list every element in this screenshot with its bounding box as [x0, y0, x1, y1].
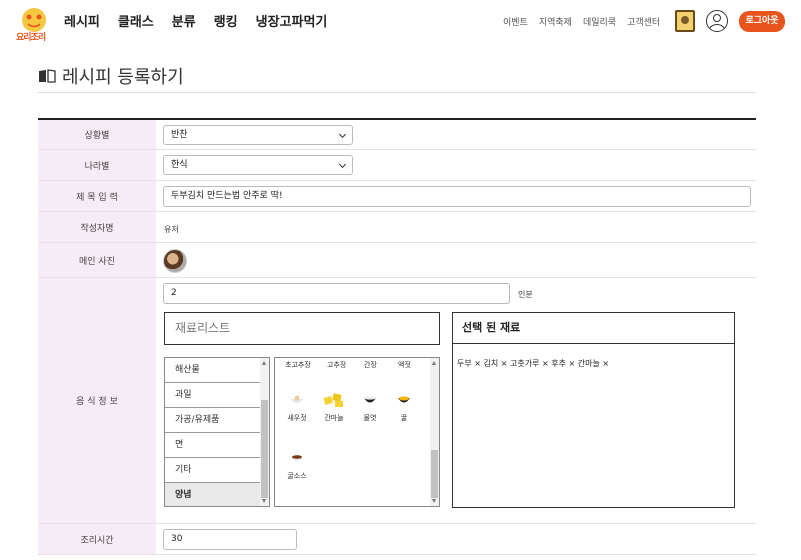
title-input[interactable]: 두부김치 만드는법 안주로 딱! [163, 186, 751, 207]
page-title-block: 레시피 등록하기 [38, 63, 184, 89]
scroll-thumb[interactable] [431, 450, 438, 498]
selected-ingredients-list[interactable]: 두부 × 김치 × 고춧가루 × 후추 × 간마늘 × [453, 344, 734, 383]
situation-select[interactable]: 반찬 [163, 125, 353, 145]
row-photo: 메인 사진 [38, 243, 756, 278]
country-value: 한식 [171, 160, 188, 170]
category-item[interactable]: 기타 [165, 458, 260, 483]
ingredient-label: 굴소스 [287, 472, 307, 480]
nav-festival[interactable]: 지역축제 [539, 15, 572, 28]
category-item[interactable]: 과일 [165, 383, 260, 408]
category-item[interactable]: 해산물 [165, 358, 260, 383]
ingredient-item[interactable]: 물엿 [353, 392, 387, 423]
grid-header: 액젓 [398, 361, 411, 369]
nav-event[interactable]: 이벤트 [503, 15, 528, 28]
country-select[interactable]: 한식 [163, 155, 353, 175]
shrimp-sauce-icon [291, 395, 303, 403]
ingredient-list-title: 재료리스트 [164, 312, 440, 345]
category-item[interactable]: 면 [165, 433, 260, 458]
nav-support[interactable]: 고객센터 [627, 15, 660, 28]
ingredient-grid: 초고추장 고추장 간장 액젓 새우젓 간마늘 물엿 꿀 굴소스 [274, 357, 440, 507]
nav-category[interactable]: 분류 [172, 11, 196, 30]
ingredient-label: 물엿 [363, 414, 377, 422]
title-divider [38, 92, 756, 93]
scroll-down-icon[interactable] [432, 499, 436, 503]
row-cook-time: 조리시간 30 [38, 524, 756, 555]
ingredient-item[interactable]: 꿀 [387, 392, 421, 423]
scroll-down-icon[interactable] [262, 499, 266, 503]
selected-ingredients-title: 선택 된 재료 [453, 313, 734, 344]
photo-label: 메인 사진 [38, 243, 156, 277]
row-title: 제 목 입 력 두부김치 만드는법 안주로 딱! [38, 181, 756, 212]
row-country: 나라별 한식 [38, 150, 756, 181]
main-photo-thumbnail[interactable] [163, 249, 187, 273]
ingredient-label: 새우젓 [287, 414, 307, 422]
writer-label: 작성자명 [38, 212, 156, 242]
main-nav: 레시피 클래스 분류 랭킹 냉장고파먹기 [64, 11, 327, 30]
grid-header: 초고추장 [285, 361, 311, 369]
nav-dailycook[interactable]: 데일리쿡 [583, 15, 616, 28]
ingredient-item[interactable]: 굴소스 [280, 450, 314, 481]
selected-ingredients-panel: 선택 된 재료 두부 × 김치 × 고춧가루 × 후추 × 간마늘 × [452, 312, 735, 508]
servings-input[interactable]: 2 [163, 283, 510, 304]
row-food-info: 음 식 정 보 2 인분 재료리스트 선택 된 재료 두부 × 김치 × 고춧가… [38, 278, 756, 524]
row-situation: 상황별 반찬 [38, 120, 756, 150]
nav-ranking[interactable]: 랭킹 [214, 11, 238, 30]
logo-text[interactable]: 요리조리 [16, 30, 46, 43]
minced-garlic-icon [323, 393, 343, 407]
category-scrollbar[interactable] [260, 358, 269, 506]
ingredient-item[interactable]: 새우젓 [280, 392, 314, 423]
country-label: 나라별 [38, 150, 156, 180]
ingredient-item[interactable]: 간마늘 [317, 392, 351, 423]
oyster-sauce-icon [291, 455, 303, 461]
syrup-bowl-icon [364, 396, 376, 403]
scroll-thumb[interactable] [261, 400, 268, 498]
food-info-label: 음 식 정 보 [38, 278, 156, 523]
scroll-up-icon[interactable] [262, 361, 266, 365]
ingredient-label: 꿀 [400, 414, 408, 422]
logout-button[interactable]: 로그아웃 [739, 11, 785, 32]
servings-unit: 인분 [518, 290, 533, 299]
situation-label: 상황별 [38, 120, 156, 149]
category-list: 해산물 과일 가공/유제품 면 기타 양념 [164, 357, 270, 507]
grid-header: 간장 [364, 361, 377, 369]
category-item-active[interactable]: 양념 [165, 483, 260, 506]
level-badge-icon[interactable] [675, 10, 695, 32]
cook-time-input[interactable]: 30 [163, 529, 297, 550]
ingredient-scrollbar[interactable] [430, 358, 439, 506]
ingredient-label: 간마늘 [324, 414, 344, 422]
nav-recipe[interactable]: 레시피 [64, 11, 100, 30]
nav-fridge[interactable]: 냉장고파먹기 [256, 11, 328, 30]
title-label: 제 목 입 력 [38, 181, 156, 211]
situation-value: 반찬 [171, 130, 188, 140]
page-title: 레시피 등록하기 [62, 67, 184, 88]
nav-class[interactable]: 클래스 [118, 11, 154, 30]
writer-value: 유저 [164, 225, 179, 234]
chevron-down-icon [338, 160, 347, 169]
header: 요리조리 레시피 클래스 분류 랭킹 냉장고파먹기 이벤트 지역축제 데일리쿡 … [0, 0, 801, 43]
book-icon [39, 69, 56, 83]
profile-icon[interactable] [706, 10, 728, 32]
row-writer: 작성자명 유저 [38, 212, 756, 243]
honey-bowl-icon [398, 396, 410, 403]
chevron-down-icon [338, 130, 347, 139]
category-item[interactable]: 가공/유제품 [165, 408, 260, 433]
grid-header: 고추장 [327, 361, 347, 369]
sub-nav: 이벤트 지역축제 데일리쿡 고객센터 [503, 15, 660, 28]
scroll-up-icon[interactable] [432, 361, 436, 365]
cook-time-label: 조리시간 [38, 524, 156, 554]
